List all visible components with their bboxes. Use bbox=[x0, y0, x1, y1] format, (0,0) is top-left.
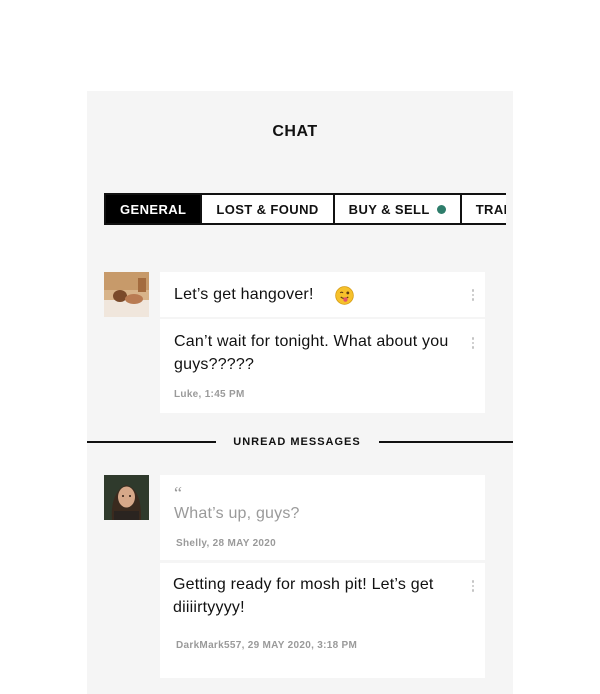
message-text: Getting ready for mosh pit! Let’s get di… bbox=[173, 576, 434, 616]
tab-label: GENERAL bbox=[120, 201, 187, 217]
message-text: Let’s get hangover! bbox=[174, 286, 314, 303]
quote-mark-icon: “ bbox=[174, 483, 182, 503]
unread-messages-divider: UNREAD MESSAGES bbox=[233, 436, 361, 448]
quoted-message-bubble[interactable]: “ What’s up, guys? Shelly, 28 MAY 2020 bbox=[160, 475, 485, 560]
message-meta: Luke, 1:45 PM bbox=[174, 389, 245, 400]
message-options-icon[interactable] bbox=[471, 580, 475, 592]
tab-buy-and-sell[interactable]: BUY & SELL bbox=[334, 195, 462, 223]
unread-indicator-dot bbox=[436, 204, 446, 214]
message-meta: DarkMark557, 29 MAY 2020, 3:18 PM bbox=[176, 640, 358, 651]
tab-general[interactable]: GENERAL bbox=[106, 195, 203, 223]
tab-transportation[interactable]: TRANSPORTATION bbox=[461, 195, 506, 223]
message-options-icon[interactable] bbox=[471, 337, 475, 349]
quoted-message-text: What’s up, guys? bbox=[174, 505, 300, 522]
chat-title: CHAT bbox=[272, 123, 318, 140]
tab-lost-and-found[interactable]: LOST & FOUND bbox=[202, 195, 335, 223]
avatar[interactable] bbox=[104, 475, 149, 520]
message-options-icon[interactable] bbox=[471, 289, 475, 301]
chat-panel: CHAT GENERAL LOST & FOUND BUY & SELL TRA… bbox=[87, 91, 513, 694]
avatar[interactable] bbox=[104, 272, 149, 317]
message-text: Can’t wait for tonight. What about you g… bbox=[174, 333, 449, 373]
message-bubble[interactable]: Let’s get hangover! bbox=[160, 272, 485, 317]
winking-tongue-emoji-icon bbox=[335, 286, 354, 305]
divider-line-right bbox=[379, 441, 513, 443]
tab-label: LOST & FOUND bbox=[216, 201, 319, 217]
message-bubble[interactable]: Can’t wait for tonight. What about you g… bbox=[160, 319, 485, 413]
divider-line-left bbox=[87, 441, 216, 443]
message-bubble[interactable]: Getting ready for mosh pit! Let’s get di… bbox=[160, 563, 485, 678]
tab-label: TRANSPORTATION bbox=[475, 201, 506, 217]
channel-tabs: GENERAL LOST & FOUND BUY & SELL TRANSPOR… bbox=[104, 193, 506, 225]
tab-label: BUY & SELL bbox=[348, 201, 430, 217]
message-meta: Shelly, 28 MAY 2020 bbox=[176, 538, 277, 549]
